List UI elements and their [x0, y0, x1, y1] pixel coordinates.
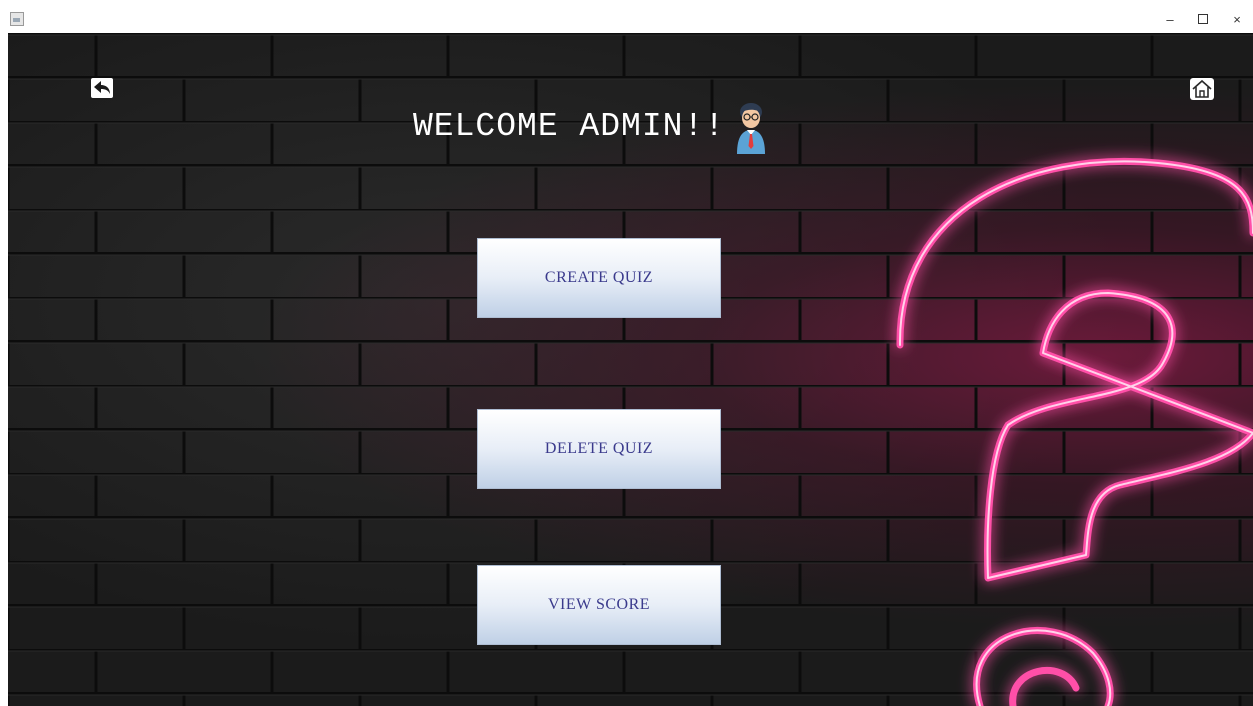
title-bar: – × [0, 0, 1253, 33]
view-score-button[interactable]: VIEW SCORE [477, 565, 721, 645]
delete-quiz-button[interactable]: DELETE QUIZ [477, 409, 721, 489]
home-icon [1192, 79, 1212, 98]
maximize-icon [1198, 14, 1208, 24]
home-button[interactable] [1190, 78, 1214, 100]
create-quiz-button[interactable]: CREATE QUIZ [477, 238, 721, 318]
back-arrow-icon [94, 81, 110, 94]
back-button[interactable] [91, 78, 113, 98]
welcome-title: WELCOME ADMIN!! [413, 107, 726, 145]
java-app-icon [10, 12, 24, 26]
close-button[interactable]: × [1222, 10, 1252, 30]
welcome-header: WELCOME ADMIN!! [413, 98, 771, 154]
admin-panel: WELCOME ADMIN!! CREATE QUIZ DELETE QUIZ … [8, 33, 1253, 706]
maximize-button[interactable] [1188, 10, 1218, 30]
app-window: – × WELCOME ADMIN!! CREATE QUIZ DELETE Q… [0, 0, 1253, 706]
minimize-button[interactable]: – [1155, 10, 1185, 30]
admin-avatar-icon [737, 103, 766, 154]
